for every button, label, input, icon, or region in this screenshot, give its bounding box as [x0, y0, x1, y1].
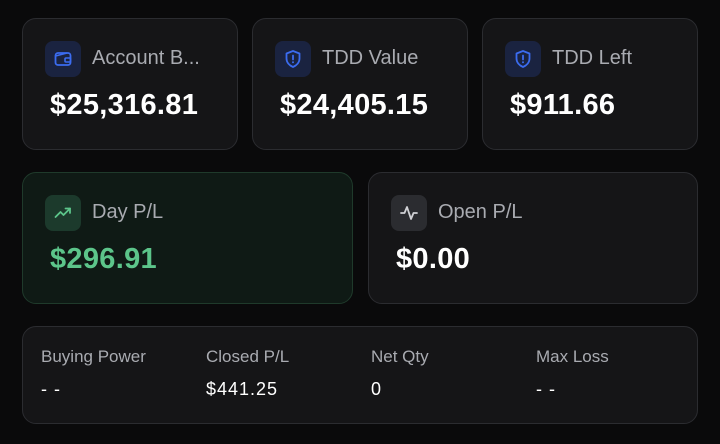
stat-closed-pl: Closed P/L $441.25	[206, 347, 289, 400]
wallet-icon	[45, 41, 81, 77]
tdd-left-label: TDD Left	[552, 47, 633, 69]
stat-max-loss: Max Loss - -	[536, 347, 609, 400]
shield-alert-icon	[505, 41, 541, 77]
tdd-value-value: $24,405.15	[280, 89, 429, 121]
activity-icon	[391, 195, 427, 231]
open-pl-label: Open P/L	[438, 201, 523, 223]
stat-buying-power: Buying Power - -	[41, 347, 146, 400]
account-balance-label: Account B...	[92, 47, 200, 69]
tdd-value-card: TDD Value $24,405.15	[252, 18, 468, 150]
open-pl-value: $0.00	[396, 243, 471, 275]
account-balance-card: Account B... $25,316.81	[22, 18, 238, 150]
tdd-left-card: TDD Left $911.66	[482, 18, 698, 150]
day-pl-value: $296.91	[50, 243, 157, 275]
trending-up-icon	[45, 195, 81, 231]
stat-label: Closed P/L	[206, 347, 290, 366]
stat-value: $441.25	[206, 379, 279, 399]
stat-net-qty: Net Qty 0	[371, 347, 429, 400]
stat-value: - -	[41, 379, 61, 399]
stat-label: Buying Power	[41, 347, 146, 366]
day-pl-label: Day P/L	[92, 201, 164, 223]
day-pl-card: Day P/L $296.91	[22, 172, 353, 304]
tdd-value-label: TDD Value	[322, 47, 419, 69]
account-balance-value: $25,316.81	[50, 89, 199, 121]
stat-label: Max Loss	[536, 347, 609, 366]
shield-alert-icon	[275, 41, 311, 77]
stat-value: - -	[536, 379, 556, 399]
open-pl-card: Open P/L $0.00	[368, 172, 698, 304]
tdd-left-value: $911.66	[510, 89, 616, 121]
stat-value: 0	[371, 379, 383, 399]
stats-panel: Buying Power - - Closed P/L $441.25 Net …	[22, 326, 698, 424]
stat-label: Net Qty	[371, 347, 429, 366]
